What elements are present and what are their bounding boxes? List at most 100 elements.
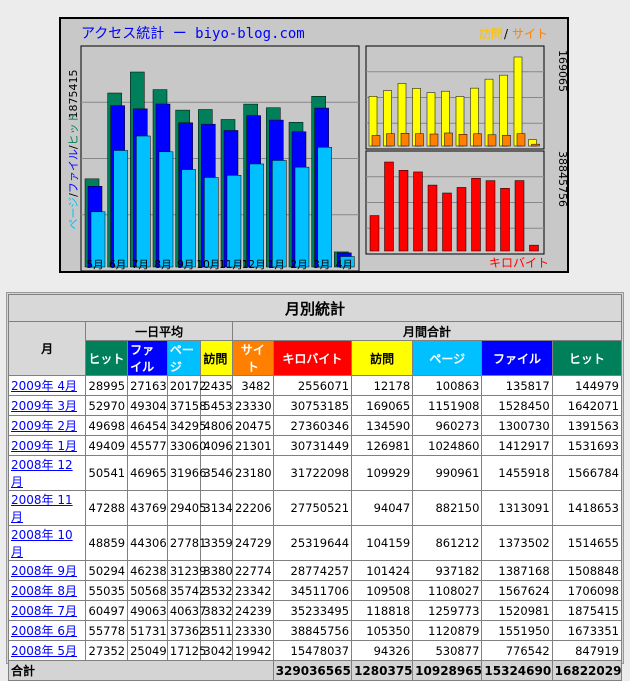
- table-cell: 1520981: [481, 600, 553, 621]
- table-cell: 1151908: [412, 395, 483, 416]
- table-cell: 2556071: [272, 375, 353, 396]
- table-cell: 34295: [166, 415, 206, 436]
- table-cell: 23342: [231, 580, 274, 601]
- bar-kbytes-7: [471, 178, 481, 252]
- table-cell: 21301: [231, 435, 274, 456]
- x-tick-label-10: 3月: [313, 259, 330, 271]
- table-cell: 1373502: [481, 525, 553, 561]
- table-cell: 4806: [200, 415, 233, 436]
- table-cell: 27163: [127, 375, 168, 396]
- bar-kbytes-9: [500, 188, 510, 252]
- total-col-header-files: ファイル: [481, 340, 553, 376]
- table-cell: 28995: [85, 375, 129, 396]
- table-cell: 37158: [166, 395, 206, 416]
- table-cell: 49698: [85, 415, 129, 436]
- table-cell: 25049: [127, 640, 168, 661]
- month-link[interactable]: 2009年 1月: [11, 439, 77, 453]
- daily-col-header-visits: 訪問: [200, 340, 233, 376]
- table-cell: 12178: [351, 375, 414, 396]
- table-row: 2008年 5月 27352 25049 17125 3042 19942 15478037…: [7, 640, 623, 661]
- month-cell: 2009年 2月: [7, 415, 87, 436]
- month-link[interactable]: 2009年 4月: [11, 379, 77, 393]
- table-cell: 937182: [412, 560, 483, 581]
- month-cell: 2008年 5月: [7, 640, 87, 661]
- total-col-header-sites: サイト: [231, 340, 274, 376]
- table-cell: 1551950: [481, 620, 553, 641]
- table-cell: 1455918: [481, 455, 553, 491]
- table-cell: 3359: [200, 525, 233, 561]
- table-cell: 94047: [351, 490, 414, 526]
- table-cell: 30753185: [272, 395, 353, 416]
- table-cell: 1120879: [412, 620, 483, 641]
- x-tick-label-3: 8月: [154, 259, 171, 271]
- table-cell: 3532: [200, 580, 233, 601]
- bar-kbytes-8: [485, 180, 496, 252]
- bar-kbytes-0: [369, 215, 380, 252]
- table-cell: 55035: [85, 580, 129, 601]
- daily-col-header-hits: ヒット: [85, 340, 129, 376]
- x-tick-label-1: 6月: [109, 259, 126, 271]
- table-row: 2009年 2月 49698 46454 34295 4806 20475 27360346…: [7, 415, 623, 436]
- bar-pages-5: [204, 177, 219, 268]
- table-cell: 101424: [351, 560, 414, 581]
- table-cell: 2435: [200, 375, 233, 396]
- table-cell: 1300730: [481, 415, 553, 436]
- bar-sites-9: [502, 134, 511, 147]
- month-link[interactable]: 2008年 10月: [11, 528, 73, 559]
- table-row: 2009年 3月 52970 49304 37158 5453 23330 30753185…: [7, 395, 623, 416]
- month-cell: 2008年 8月: [7, 580, 87, 601]
- month-link[interactable]: 2008年 12月: [11, 458, 73, 489]
- month-link[interactable]: 2008年 9月: [11, 564, 77, 578]
- table-cell: 1566784: [551, 455, 623, 491]
- month-cell: 2009年 1月: [7, 435, 87, 456]
- table-cell: 776542: [481, 640, 553, 661]
- total-cell: 16822029: [551, 660, 623, 681]
- month-link[interactable]: 2009年 2月: [11, 419, 77, 433]
- total-row: 合計 329036565 1280375 10928965 15324690 168220…: [8, 660, 623, 681]
- bar-sites-7: [473, 133, 482, 147]
- table-cell: 144979: [551, 375, 623, 396]
- legend-separator: /: [504, 27, 509, 41]
- table-cell: 3134: [200, 490, 233, 526]
- table-cell: 44306: [127, 525, 168, 561]
- month-link[interactable]: 2008年 11月: [11, 493, 73, 524]
- x-tick-label-5: 10月: [196, 259, 220, 271]
- table-cell: 60497: [85, 600, 129, 621]
- bar-pages-3: [158, 151, 174, 268]
- month-link[interactable]: 2008年 6月: [11, 624, 77, 638]
- table-cell: 46454: [127, 415, 168, 436]
- month-link[interactable]: 2008年 8月: [11, 584, 77, 598]
- table-cell: 960273: [412, 415, 483, 436]
- table-cell: 24729: [231, 525, 274, 561]
- table-cell: 1531693: [551, 435, 623, 456]
- table-cell: 19942: [231, 640, 274, 661]
- left-axis-label: ページ/ファイル/ヒット: [67, 112, 80, 229]
- total-col-header-pages: ページ: [412, 340, 483, 376]
- daily-average-header: 一日平均: [85, 321, 233, 341]
- table-cell: 135817: [481, 375, 553, 396]
- month-link[interactable]: 2009年 3月: [11, 399, 77, 413]
- table-cell: 31239: [166, 560, 206, 581]
- month-link[interactable]: 2008年 5月: [11, 644, 77, 658]
- table-cell: 49063: [127, 600, 168, 621]
- table-cell: 37362: [166, 620, 206, 641]
- table-cell: 1706098: [551, 580, 623, 601]
- table-cell: 20475: [231, 415, 274, 436]
- month-link[interactable]: 2008年 7月: [11, 604, 77, 618]
- table-row: 2009年 1月 49409 45577 33060 4096 21301 30731449…: [7, 435, 623, 456]
- x-tick-label-0: 5月: [86, 259, 103, 271]
- table-cell: 15478037: [272, 640, 353, 661]
- bar-sites-0: [371, 135, 381, 147]
- table-cell: 27360346: [272, 415, 353, 436]
- bar-pages-1: [113, 150, 128, 268]
- x-tick-label-11: 4月: [336, 259, 353, 271]
- table-cell: 1528450: [481, 395, 553, 416]
- monthly-total-header: 月間合計: [231, 321, 623, 341]
- bar-pages-7: [249, 163, 264, 268]
- table-cell: 50568: [127, 580, 168, 601]
- table-cell: 1514655: [551, 525, 623, 561]
- table-cell: 55778: [85, 620, 129, 641]
- table-cell: 24239: [231, 600, 274, 621]
- table-cell: 105350: [351, 620, 414, 641]
- bar-visits-10: [513, 56, 523, 147]
